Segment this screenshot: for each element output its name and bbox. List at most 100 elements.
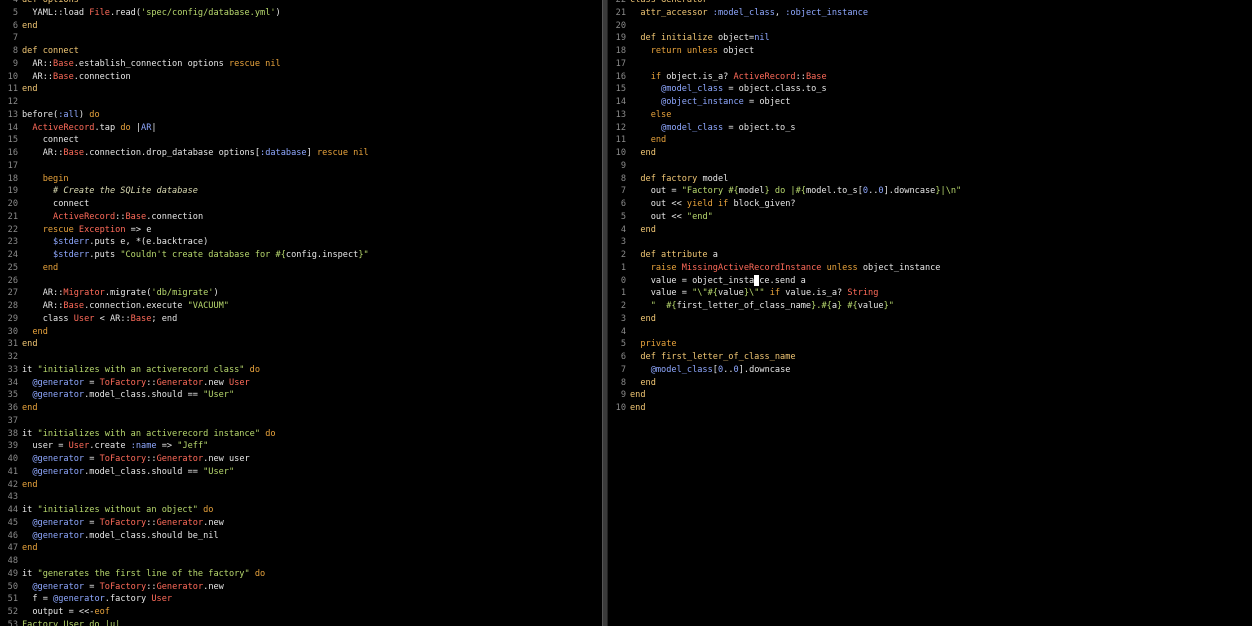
code-line[interactable]: 14 @object_instance = object [608, 96, 961, 109]
code-token: }" [358, 250, 369, 260]
right-editor-pane[interactable]: 22 class Generator 21 attr_accessor :model… [608, 0, 1252, 626]
code-line[interactable]: 41 @generator.model_class.should == "Use… [0, 466, 369, 479]
code-line[interactable]: 5 private [608, 338, 961, 351]
code-line[interactable]: 39 user = User.create :name => "Jeff" [0, 440, 369, 453]
line-number: 19 [615, 33, 626, 44]
code-line[interactable]: 14 ActiveRecord.tap do |AR| [0, 122, 369, 135]
code-line[interactable]: 3 [608, 236, 961, 249]
line-number: 1 [620, 288, 626, 299]
code-line[interactable]: 11 end [608, 134, 961, 147]
code-line[interactable]: 7 out = "Factory #{model} do |#{model.to… [608, 185, 961, 198]
code-text: $stderr.puts e, *(e.backtrace) [22, 236, 208, 249]
code-line[interactable]: 10 end [608, 147, 961, 160]
line-number: 0 [620, 275, 626, 286]
code-line[interactable]: 42 end [0, 479, 369, 492]
code-line[interactable]: 9 end [608, 389, 961, 402]
code-line[interactable]: 12 @model_class = object.to_s [608, 122, 961, 135]
code-line[interactable]: 8 end [608, 377, 961, 390]
code-line[interactable]: 21 ActiveRecord::Base.connection [0, 211, 369, 224]
code-line[interactable]: 9 [608, 160, 961, 173]
code-line[interactable]: 0 value = object_insta ce.send a [608, 274, 961, 288]
code-line[interactable]: 26 [0, 275, 369, 288]
code-line[interactable]: 32 [0, 351, 369, 364]
code-line[interactable]: 5 out << "end" [608, 211, 961, 224]
code-line[interactable]: 22 class Generator [608, 0, 961, 7]
code-line[interactable]: 6 end [0, 20, 369, 33]
code-line[interactable]: 19 # Create the SQLite database [0, 185, 369, 198]
code-line[interactable]: 15 @model_class = object.class.to_s [608, 83, 961, 96]
code-text: def options [22, 0, 79, 7]
code-line[interactable]: 5 YAML::load File.read('spec/config/data… [0, 7, 369, 20]
code-line[interactable]: 10 AR::Base.connection [0, 71, 369, 84]
code-line[interactable]: 34 @generator = ToFactory::Generator.new… [0, 377, 369, 390]
code-line[interactable]: 29 class User < AR::Base; end [0, 313, 369, 326]
code-line[interactable]: 6 def first_letter_of_class_name [608, 351, 961, 364]
code-line[interactable]: 11 end [0, 83, 369, 96]
code-line[interactable]: 6 out << yield if block_given? [608, 198, 961, 211]
code-line[interactable]: 37 [0, 415, 369, 428]
code-line[interactable]: 52 output = <<-eof [0, 606, 369, 619]
code-line[interactable]: 22 rescue Exception => e [0, 224, 369, 237]
code-line[interactable]: 53 Factory User do |u| [0, 619, 369, 626]
code-line[interactable]: 13 before(:all) do [0, 109, 369, 122]
code-line[interactable]: 49 it "generates the first line of the fa… [0, 568, 369, 581]
code-line[interactable]: 20 connect [0, 198, 369, 211]
code-line[interactable]: 16 if object.is_a? ActiveRecord::Base [608, 71, 961, 84]
code-token: # Create the SQLite database [22, 186, 198, 197]
code-line[interactable]: 3 end [608, 313, 961, 326]
code-line[interactable]: 4 def options [0, 0, 369, 7]
code-line[interactable]: 1 value = "\"#{value}\"" if value.is_a? … [608, 287, 961, 300]
code-line[interactable]: 2 def attribute a [608, 249, 961, 262]
code-line[interactable]: 30 end [0, 326, 369, 339]
code-line[interactable]: 23 $stderr.puts e, *(e.backtrace) [0, 236, 369, 249]
code-line[interactable]: 20 [608, 20, 961, 33]
code-line[interactable]: 16 AR::Base.connection.drop_database opt… [0, 147, 369, 160]
code-line[interactable]: 18 return unless object [608, 45, 961, 58]
code-line[interactable]: 10 end [608, 402, 961, 415]
code-line[interactable]: 4 [608, 326, 961, 339]
code-text: return unless object [630, 45, 755, 58]
code-line[interactable]: 44 it "initializes without an object" do [0, 504, 369, 517]
code-line[interactable]: 35 @generator.model_class.should == "Use… [0, 389, 369, 402]
code-line[interactable]: 33 it "initializes with an activerecord c… [0, 364, 369, 377]
code-line[interactable]: 27 AR::Migrator.migrate('db/migrate') [0, 287, 369, 300]
code-line[interactable]: 46 @generator.model_class.should be_nil [0, 530, 369, 543]
code-line[interactable]: 48 [0, 555, 369, 568]
code-line[interactable]: 17 [0, 160, 369, 173]
code-line[interactable]: 8 def connect [0, 45, 369, 58]
code-line[interactable]: 24 $stderr.puts "Couldn't create databas… [0, 249, 369, 262]
code-line[interactable]: 45 @generator = ToFactory::Generator.new [0, 517, 369, 530]
code-line[interactable]: 17 [608, 58, 961, 71]
code-line[interactable]: 51 f = @generator.factory User [0, 593, 369, 606]
code-line[interactable]: 7 [0, 32, 369, 45]
line-number: 39 [7, 441, 18, 452]
code-line[interactable]: 7 @model_class[0..0].downcase [608, 364, 961, 377]
code-line[interactable]: 2 " #{first_letter_of_class_name}.#{a} #… [608, 300, 961, 313]
code-line[interactable]: 18 begin [0, 173, 369, 186]
line-number: 33 [7, 364, 18, 375]
code-line[interactable]: 25 end [0, 262, 369, 275]
code-line[interactable]: 15 connect [0, 134, 369, 147]
code-line[interactable]: 43 [0, 491, 369, 504]
code-line[interactable]: 50 @generator = ToFactory::Generator.new [0, 581, 369, 594]
code-line[interactable]: 36 end [0, 402, 369, 415]
code-line[interactable]: 8 def factory model [608, 173, 961, 186]
code-line[interactable]: 40 @generator = ToFactory::Generator.new… [0, 453, 369, 466]
code-line[interactable]: 47 end [0, 542, 369, 555]
code-line[interactable]: 9 AR::Base.establish_connection options … [0, 58, 369, 71]
code-token: .read( [109, 7, 142, 18]
code-line[interactable]: 38 it "initializes with an activerecord i… [0, 428, 369, 441]
code-line[interactable]: 31 end [0, 338, 369, 351]
code-line[interactable]: 4 end [608, 224, 961, 237]
left-editor-pane[interactable]: 4 def options 5 YAML::load File.read('spec… [0, 0, 602, 626]
code-line[interactable]: 12 [0, 96, 369, 109]
code-text: ActiveRecord.tap do |AR| [22, 122, 156, 135]
code-line[interactable]: 13 else [608, 109, 961, 122]
code-token: AR:: [22, 71, 54, 82]
code-text: it "initializes without an object" do [22, 504, 213, 517]
line-number: 18 [615, 46, 626, 56]
code-line[interactable]: 28 AR::Base.connection.execute "VACUUM" [0, 300, 369, 313]
code-line[interactable]: 21 attr_accessor :model_class, :object_i… [608, 7, 961, 20]
code-line[interactable]: 19 def initialize object=nil [608, 32, 961, 45]
code-line[interactable]: 1 raise MissingActiveRecordInstance unle… [608, 262, 961, 275]
